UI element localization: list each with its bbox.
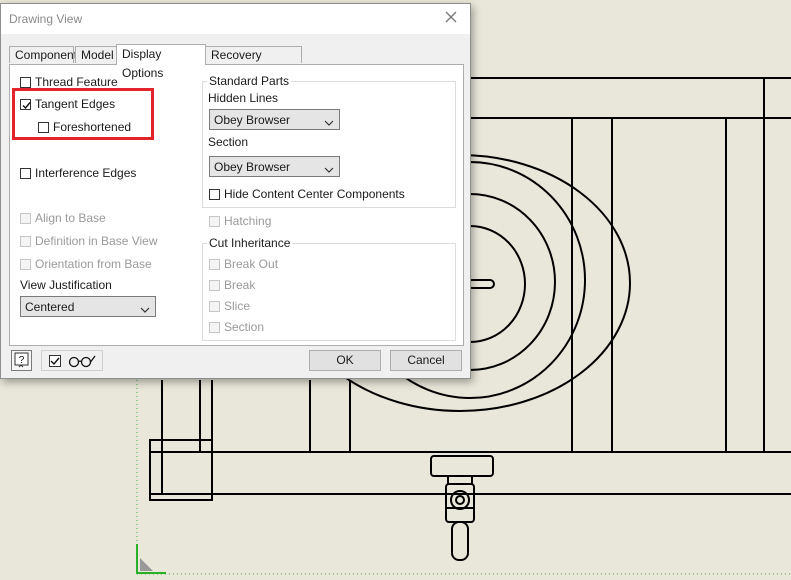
checkbox-box <box>209 279 220 291</box>
view-justification-label: View Justification <box>20 278 112 292</box>
hide-content-center-label: Hide Content Center Components <box>224 187 405 201</box>
interference-edges-label: Interference Edges <box>35 166 137 180</box>
view-justification-select[interactable]: Centered <box>20 296 156 317</box>
checkbox-box <box>209 300 220 312</box>
tab-model[interactable]: Model <box>75 46 117 63</box>
hidden-lines-label: Hidden Lines <box>208 91 279 105</box>
close-icon[interactable] <box>442 8 460 26</box>
chevron-down-icon <box>140 303 150 317</box>
checkbox-box <box>20 258 31 270</box>
glasses-icon <box>67 354 97 371</box>
tab-display-options[interactable]: Display Options <box>116 44 206 80</box>
hatching-label: Hatching <box>224 214 272 228</box>
align-to-base-label: Align to Base <box>35 211 106 225</box>
hide-content-center-checkbox[interactable]: Hide Content Center Components <box>209 187 405 201</box>
view-justification-value: Centered <box>25 300 75 314</box>
checkbox-box <box>20 212 31 224</box>
orientation-from-base-checkbox[interactable]: Orientation from Base <box>20 257 152 271</box>
foreshortened-checkbox[interactable]: Foreshortened <box>38 120 131 134</box>
align-to-base-checkbox[interactable]: Align to Base <box>20 211 106 225</box>
checkbox-box <box>20 167 31 179</box>
slice-checkbox[interactable]: Slice <box>209 299 250 313</box>
tab-recovery-options[interactable]: Recovery Options <box>205 46 302 79</box>
checkbox-box <box>209 321 220 333</box>
ok-button[interactable]: OK <box>309 350 381 371</box>
break-label: Break <box>224 278 256 292</box>
standard-parts-title: Standard Parts <box>207 74 292 88</box>
hidden-lines-select[interactable]: Obey Browser <box>209 109 340 130</box>
checkmark-icon <box>20 98 31 110</box>
foreshortened-label: Foreshortened <box>53 120 132 134</box>
hidden-lines-value: Obey Browser <box>214 113 291 127</box>
checkbox-box <box>209 215 220 227</box>
section-value: Obey Browser <box>214 160 291 174</box>
definition-in-base-view-label: Definition in Base View <box>35 234 158 248</box>
chevron-down-icon <box>324 163 334 177</box>
checkbox-box <box>20 76 31 88</box>
hatching-checkbox[interactable]: Hatching <box>209 214 271 228</box>
interference-edges-checkbox[interactable]: Interference Edges <box>20 166 136 180</box>
break-out-checkbox[interactable]: Break Out <box>209 257 278 271</box>
checkbox-box <box>38 121 49 133</box>
checkbox-box <box>209 258 220 270</box>
thread-feature-label: Thread Feature <box>35 75 118 89</box>
tab-strip: Component Model Display Options Recovery… <box>9 44 464 80</box>
tangent-edges-checkbox[interactable]: Tangent Edges <box>20 97 115 111</box>
svg-text:?: ? <box>19 355 25 366</box>
tangent-edges-label: Tangent Edges <box>35 97 116 111</box>
orientation-from-base-label: Orientation from Base <box>35 257 152 271</box>
thread-feature-checkbox[interactable]: Thread Feature <box>20 75 118 89</box>
section-cut-checkbox[interactable]: Section <box>209 320 264 334</box>
preview-toggle[interactable] <box>41 350 103 371</box>
checkbox-box <box>20 235 31 247</box>
section-cut-label: Section <box>224 320 265 334</box>
title-bar: Drawing View <box>1 4 470 34</box>
definition-in-base-view-checkbox[interactable]: Definition in Base View <box>20 234 158 248</box>
section-label: Section <box>208 135 249 149</box>
chevron-down-icon <box>324 116 334 130</box>
help-icon[interactable]: ? <box>11 350 32 371</box>
break-checkbox[interactable]: Break <box>209 278 255 292</box>
display-options-panel: Thread Feature Tangent Edges Foreshorten… <box>9 64 464 346</box>
section-select[interactable]: Obey Browser <box>209 156 340 177</box>
preview-checkbox-icon <box>49 355 61 370</box>
slice-label: Slice <box>224 299 251 313</box>
dialog-title: Drawing View <box>9 12 83 26</box>
tab-component[interactable]: Component <box>9 46 77 63</box>
break-out-label: Break Out <box>224 257 279 271</box>
checkbox-box <box>209 188 220 200</box>
cut-inheritance-title: Cut Inheritance <box>207 236 293 250</box>
drawing-view-dialog: Drawing View Component Model Display Opt… <box>0 3 471 379</box>
cancel-button[interactable]: Cancel <box>390 350 462 371</box>
